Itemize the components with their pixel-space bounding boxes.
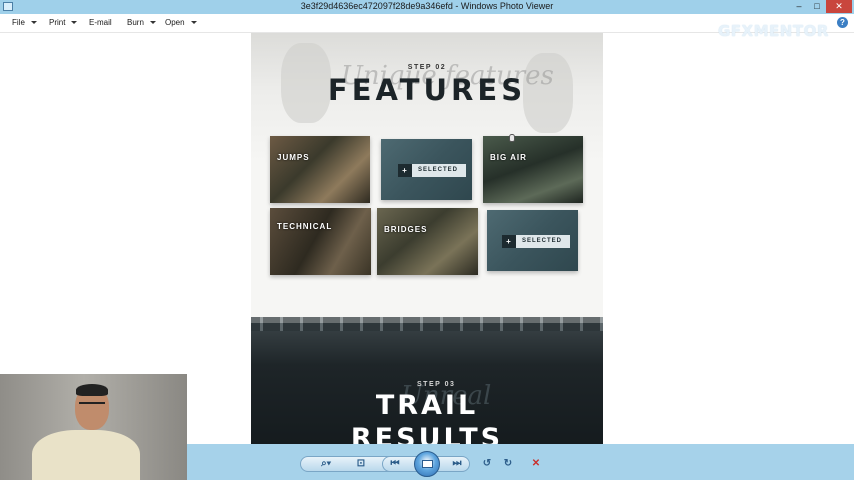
slideshow-icon — [422, 460, 433, 468]
chevron-down-icon — [149, 21, 156, 25]
maximize-button[interactable]: □ — [808, 0, 826, 13]
next-image-button[interactable]: ⏭ — [449, 456, 465, 472]
menu-file-label: File — [12, 18, 25, 27]
menu-email-label: E-mail — [89, 18, 112, 27]
bottom-toolbar: ⌕▾ ⊡ ⏮ ⏭ ↺ ↻ ✕ — [187, 444, 854, 480]
step-03-label: STEP 03 — [417, 381, 456, 388]
tile-label: BIG AIR — [490, 153, 527, 162]
rotate-counterclockwise-icon[interactable]: ↺ — [480, 456, 494, 472]
tile-label: TECHNICAL — [277, 222, 333, 231]
selected-label: SELECTED — [418, 167, 459, 173]
window-title: 3e3f29d4636ec472097f28de9a346efd - Windo… — [300, 1, 554, 11]
play-slideshow-button[interactable] — [414, 451, 440, 477]
menu-file[interactable]: File — [12, 18, 37, 27]
presenter-glasses — [79, 402, 105, 407]
chevron-down-icon — [30, 21, 37, 25]
tile-big-air[interactable]: BIG AIR — [483, 136, 583, 203]
displayed-image: Unique features STEP 02 FEATURES JUMPS +… — [251, 33, 603, 444]
tile-jumps[interactable]: JUMPS — [270, 136, 370, 203]
presenter-body — [32, 430, 140, 480]
results-title: RESULTS — [350, 423, 504, 444]
menu-open[interactable]: Open — [165, 18, 197, 27]
trail-title: TRAIL — [375, 390, 479, 421]
selected-label: SELECTED — [522, 238, 563, 244]
mouse-cursor-icon — [509, 134, 515, 142]
menu-burn-label: Burn — [127, 18, 144, 27]
minimize-button[interactable]: – — [790, 0, 808, 13]
presenter-hair — [76, 384, 108, 396]
plus-icon: + — [502, 235, 516, 248]
tile-selected[interactable]: + SELECTED — [381, 139, 472, 200]
plus-icon: + — [398, 164, 412, 177]
webcam-overlay — [0, 374, 187, 480]
zoom-icon[interactable]: ⌕▾ — [315, 456, 337, 472]
tile-label: JUMPS — [277, 153, 310, 162]
previous-image-button[interactable]: ⏮ — [387, 456, 403, 472]
selected-badge: + SELECTED — [502, 235, 571, 248]
rotate-clockwise-icon[interactable]: ↻ — [501, 456, 515, 472]
menu-print-label: Print — [49, 18, 66, 27]
tile-technical[interactable]: TECHNICAL — [270, 208, 371, 275]
menu-print[interactable]: Print — [49, 18, 78, 27]
actual-size-icon[interactable]: ⊡ — [353, 456, 369, 472]
close-window-button[interactable]: ✕ — [826, 0, 852, 13]
chevron-down-icon — [190, 21, 197, 25]
menu-burn[interactable]: Burn — [127, 18, 156, 27]
brush-edge — [251, 317, 603, 331]
menu-email[interactable]: E-mail — [89, 18, 112, 27]
chevron-down-icon — [71, 21, 78, 25]
delete-icon[interactable]: ✕ — [529, 456, 543, 472]
trail-results-section: Unreal STEP 03 TRAIL RESULTS — [251, 317, 603, 444]
selected-badge: + SELECTED — [398, 164, 467, 177]
tile-label: BRIDGES — [384, 225, 428, 234]
tile-selected[interactable]: + SELECTED — [487, 210, 578, 271]
step-02-label: STEP 02 — [407, 64, 447, 71]
features-title: FEATURES — [327, 73, 527, 107]
tile-bridges[interactable]: BRIDGES — [377, 208, 478, 275]
menu-open-label: Open — [165, 18, 185, 27]
title-bar: 3e3f29d4636ec472097f28de9a346efd - Windo… — [0, 0, 854, 14]
help-icon[interactable]: ? — [837, 17, 848, 28]
gfxmentor-logo: GFXMENTOR — [718, 22, 829, 40]
